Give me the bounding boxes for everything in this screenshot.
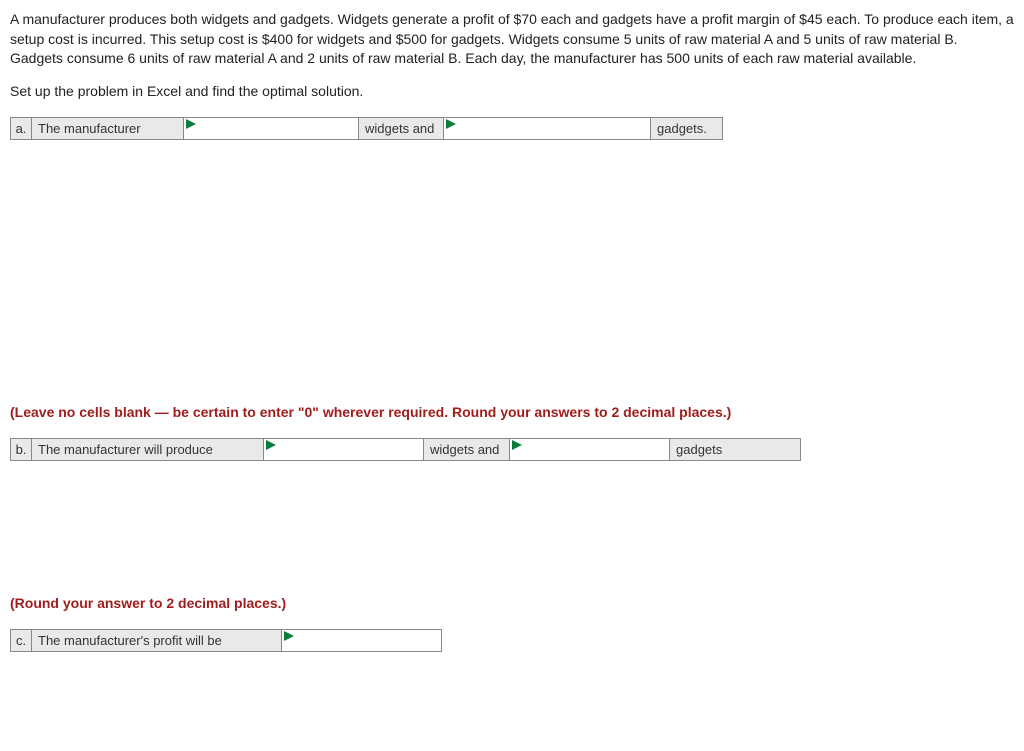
- dropdown-marker-icon: [266, 440, 276, 450]
- problem-instruction: Set up the problem in Excel and find the…: [10, 83, 1014, 99]
- row-a-end: gadgets.: [651, 117, 723, 140]
- dropdown-marker-icon: [284, 631, 294, 641]
- row-b-label: The manufacturer will produce: [32, 438, 264, 461]
- row-c-input-profit[interactable]: [282, 629, 442, 652]
- row-b-mid: widgets and: [424, 438, 510, 461]
- answer-row-b: b. The manufacturer will produce widgets…: [10, 438, 1014, 461]
- dropdown-marker-icon: [186, 119, 196, 129]
- row-b-letter: b.: [10, 438, 32, 461]
- row-c-letter: c.: [10, 629, 32, 652]
- row-b-input-widgets[interactable]: [264, 438, 424, 461]
- dropdown-marker-icon: [512, 440, 522, 450]
- row-b-input-gadgets[interactable]: [510, 438, 670, 461]
- problem-paragraph: A manufacturer produces both widgets and…: [10, 10, 1014, 69]
- row-a-label: The manufacturer: [32, 117, 184, 140]
- dropdown-marker-icon: [446, 119, 456, 129]
- row-a-input-gadgets[interactable]: [444, 117, 651, 140]
- answer-row-a: a. The manufacturer widgets and gadgets.: [10, 117, 1014, 140]
- hint-1: (Leave no cells blank — be certain to en…: [10, 404, 1014, 420]
- hint-2: (Round your answer to 2 decimal places.): [10, 595, 1014, 611]
- row-a-letter: a.: [10, 117, 32, 140]
- row-a-mid: widgets and: [359, 117, 444, 140]
- answer-row-c: c. The manufacturer's profit will be: [10, 629, 1014, 652]
- row-b-end: gadgets: [670, 438, 801, 461]
- row-a-input-widgets[interactable]: [184, 117, 359, 140]
- row-c-label: The manufacturer's profit will be: [32, 629, 282, 652]
